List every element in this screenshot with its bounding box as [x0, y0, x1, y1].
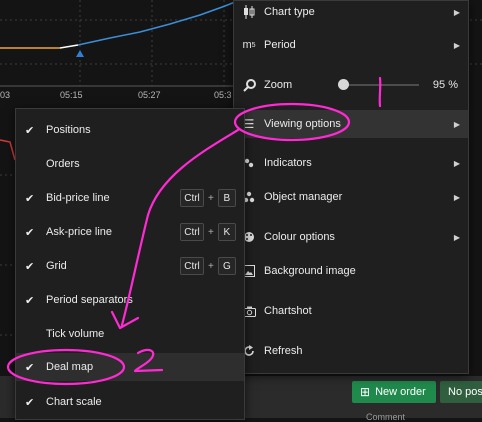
red-indicator-line: [0, 139, 16, 161]
menu-item-label: Object manager: [264, 191, 343, 203]
option-label: Positions: [46, 124, 91, 136]
submenu-arrow-icon: ▶: [453, 232, 460, 242]
submenu-arrow-icon: ▶: [453, 40, 460, 50]
menu-item-object-manager[interactable]: Object manager ▶: [234, 183, 468, 211]
submenu-arrow-icon: ▶: [453, 119, 460, 129]
menu-item-label: Colour options: [264, 231, 335, 243]
menu-item-label: Period: [264, 39, 296, 51]
time-label: 05:15: [60, 90, 83, 100]
checkmark-icon: ✔: [25, 192, 35, 205]
checkmark-icon: ✔: [25, 396, 35, 409]
option-orders[interactable]: Orders: [16, 150, 244, 178]
option-chart-scale[interactable]: ✔ Chart scale: [16, 388, 244, 416]
menu-item-label: Chartshot: [264, 305, 312, 317]
zoom-value: 95 %: [432, 79, 458, 91]
checkmark-icon: ✔: [25, 226, 35, 239]
chart-context-menu: Chart type ▶ m5 Period ▶ Zoom 95 % ☰ Vie…: [233, 0, 469, 374]
zoom-slider-handle[interactable]: [338, 79, 349, 90]
zoom-slider-track[interactable]: [339, 84, 419, 86]
plus-sign: +: [208, 192, 214, 204]
menu-item-refresh[interactable]: Refresh: [234, 337, 468, 365]
menu-item-indicators[interactable]: Indicators ▶: [234, 149, 468, 177]
option-bid-price-line[interactable]: ✔ Bid-price line Ctrl + B: [16, 184, 244, 212]
menu-item-label: Viewing options: [264, 118, 341, 130]
shortcut-key: G: [217, 257, 236, 275]
period-icon: m5: [242, 38, 256, 52]
submenu-arrow-icon: ▶: [453, 192, 460, 202]
option-deal-map[interactable]: ✔ Deal map: [16, 353, 244, 381]
deal-marker-icon: [76, 50, 84, 57]
checkmark-icon: ✔: [25, 124, 35, 137]
time-label: 05:3: [214, 90, 232, 100]
menu-item-chart-type[interactable]: Chart type ▶: [234, 0, 468, 26]
option-ask-price-line[interactable]: ✔ Ask-price line Ctrl + K: [16, 218, 244, 246]
period-icon-subscript: 5: [251, 41, 256, 49]
option-label: Bid-price line: [46, 192, 110, 204]
zoom-icon: [242, 78, 256, 92]
price-line-white: [59, 44, 79, 49]
menu-item-chartshot[interactable]: Chartshot: [234, 297, 468, 325]
checkmark-icon: ✔: [25, 294, 35, 307]
menu-item-label: Refresh: [264, 345, 303, 357]
comment-column-header[interactable]: Comment: [366, 412, 405, 422]
submenu-arrow-icon: ▶: [453, 7, 460, 17]
time-label: 05:27: [138, 90, 161, 100]
new-order-label: New order: [375, 386, 426, 398]
option-grid[interactable]: ✔ Grid Ctrl + G: [16, 252, 244, 280]
viewing-options-submenu: ✔ Positions Orders ✔ Bid-price line Ctrl…: [15, 108, 245, 420]
shortcut-key: B: [217, 189, 236, 207]
option-period-separators[interactable]: ✔ Period separators: [16, 286, 244, 314]
keyboard-shortcut: Ctrl + B: [180, 189, 236, 207]
keyboard-shortcut: Ctrl + K: [180, 223, 236, 241]
option-positions[interactable]: ✔ Positions: [16, 116, 244, 144]
option-label: Tick volume: [46, 328, 105, 340]
new-order-icon: ⊞: [360, 385, 371, 399]
menu-item-period[interactable]: m5 Period ▶: [234, 31, 468, 59]
menu-item-background-image[interactable]: Background image: [234, 257, 468, 285]
ctrl-key: Ctrl: [180, 257, 204, 275]
submenu-arrow-icon: ▶: [453, 158, 460, 168]
menu-item-label: Background image: [264, 265, 356, 277]
ctrl-key: Ctrl: [180, 189, 204, 207]
menu-item-label: Indicators: [264, 157, 312, 169]
plus-sign: +: [208, 226, 214, 238]
option-label: Ask-price line: [46, 226, 113, 238]
option-label: Deal map: [46, 361, 94, 373]
menu-item-label: Chart type: [264, 6, 315, 18]
keyboard-shortcut: Ctrl + G: [180, 257, 236, 275]
period-icon-letter: m: [242, 39, 252, 51]
option-label: Chart scale: [46, 396, 102, 408]
no-positions-button[interactable]: No pos: [440, 381, 482, 403]
ctrl-key: Ctrl: [180, 223, 204, 241]
menu-item-viewing-options[interactable]: ☰ Viewing options ▶: [234, 110, 468, 138]
option-label: Period separators: [46, 294, 133, 306]
menu-item-zoom[interactable]: Zoom 95 %: [234, 71, 468, 99]
new-order-button[interactable]: ⊞ New order: [352, 381, 436, 403]
checkmark-icon: ✔: [25, 361, 35, 374]
checkmark-icon: ✔: [25, 260, 35, 273]
option-label: Grid: [46, 260, 67, 272]
menu-item-label: Zoom: [264, 79, 293, 91]
plus-sign: +: [208, 260, 214, 272]
time-label: 03: [0, 90, 11, 100]
no-positions-label: No pos: [448, 386, 482, 398]
option-label: Orders: [46, 158, 80, 170]
candlestick-icon: [242, 5, 256, 19]
menu-item-colour-options[interactable]: Colour options ▶: [234, 223, 468, 251]
price-line-blue: [77, 0, 241, 46]
shortcut-key: K: [217, 223, 236, 241]
option-tick-volume[interactable]: Tick volume: [16, 320, 244, 348]
